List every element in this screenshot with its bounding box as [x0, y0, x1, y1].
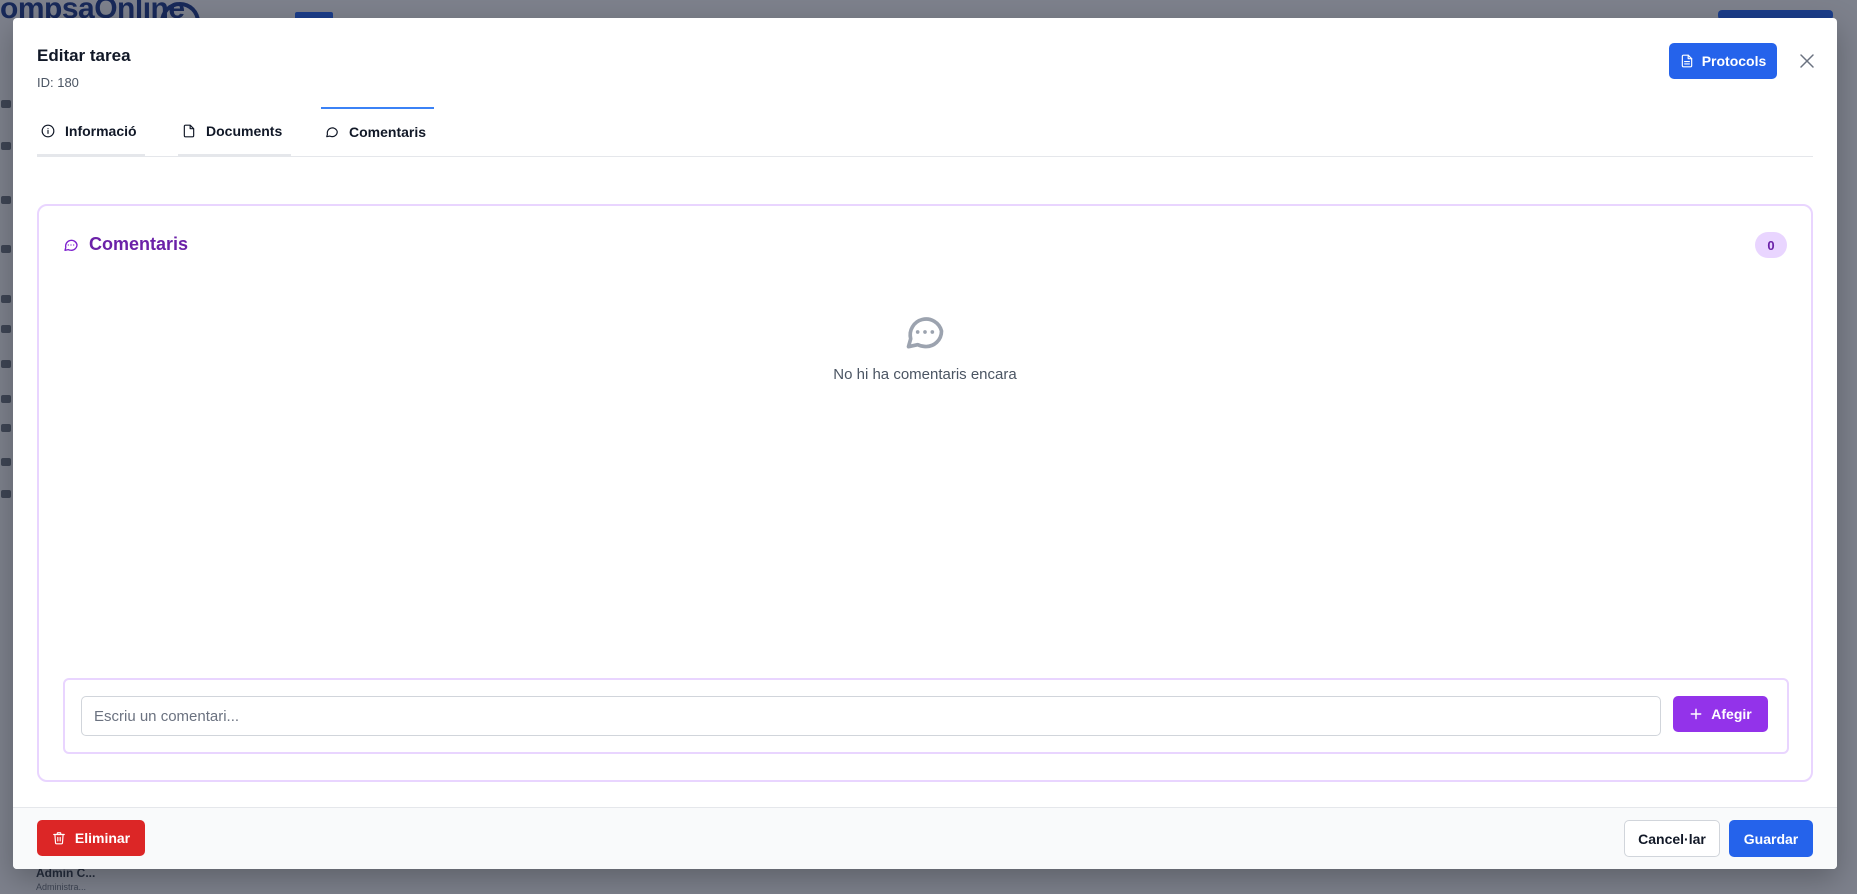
comments-title: Comentaris	[89, 234, 189, 254]
document-icon	[1681, 54, 1692, 68]
save-button[interactable]: Guardar	[1729, 820, 1813, 857]
empty-state: No hi ha comentaris encara	[39, 310, 1811, 383]
tab-label: Comentaris	[349, 123, 427, 140]
tab-documents[interactable]: Documents	[178, 107, 291, 156]
message-icon	[64, 239, 78, 251]
comments-panel: Comentaris 0 No hi ha comentaris encara …	[37, 204, 1813, 782]
comments-count-badge: 0	[1755, 232, 1787, 258]
comment-composer: Afegir	[63, 678, 1789, 754]
empty-state-text: No hi ha comentaris encara	[833, 366, 1017, 383]
tab-informacio[interactable]: Informació	[37, 107, 145, 156]
cancel-button[interactable]: Cancel·lar	[1624, 820, 1720, 857]
tab-label: Documents	[206, 122, 283, 139]
message-icon	[326, 126, 338, 137]
protocols-label: Protocols	[1701, 53, 1767, 69]
tab-comentaris[interactable]: Comentaris	[321, 107, 434, 156]
file-icon	[183, 124, 195, 137]
add-comment-button[interactable]: Afegir	[1673, 696, 1768, 732]
comment-input[interactable]	[81, 696, 1661, 736]
close-button[interactable]	[1793, 47, 1821, 75]
close-icon	[1800, 54, 1814, 68]
info-icon	[41, 124, 55, 137]
modal-footer: Eliminar Cancel·lar Guardar	[13, 807, 1837, 869]
delete-label: Eliminar	[74, 830, 131, 846]
edit-task-modal: Editar tarea ID: 180 Protocols Informaci…	[13, 18, 1837, 869]
tab-bar: Informació Documents Comentaris	[37, 107, 1813, 157]
task-id: ID: 180	[37, 75, 79, 90]
delete-button[interactable]: Eliminar	[37, 820, 145, 856]
modal-title: Editar tarea	[37, 46, 131, 65]
protocols-button[interactable]: Protocols	[1669, 43, 1777, 79]
comments-panel-title: Comentaris	[63, 234, 188, 255]
trash-icon	[53, 832, 65, 845]
chat-bubble-icon	[906, 317, 944, 349]
plus-icon	[1690, 708, 1702, 720]
modal-header: Editar tarea ID: 180 Protocols Informaci…	[13, 18, 1837, 158]
tab-label: Informació	[65, 122, 137, 139]
add-comment-label: Afegir	[1711, 706, 1752, 722]
